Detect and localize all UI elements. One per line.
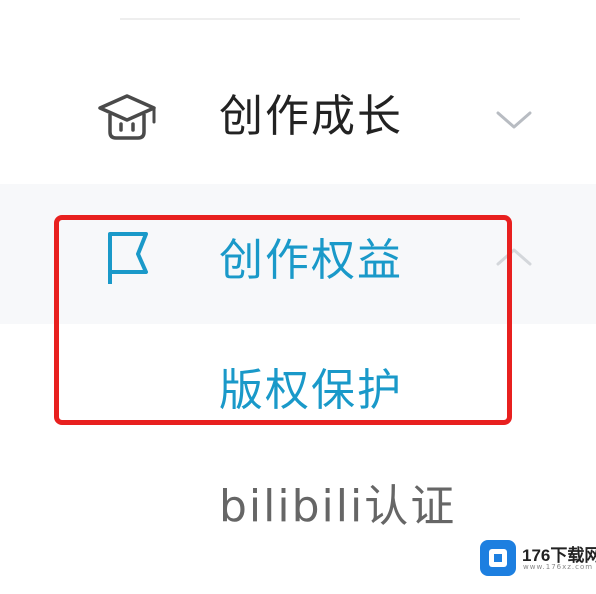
site-logo-icon [480, 540, 516, 576]
chevron-down-icon[interactable] [494, 107, 534, 133]
top-divider [120, 18, 520, 20]
sidebar-item-label: 创作成长 [219, 91, 403, 142]
sidebar-item-creative-growth[interactable]: 创作成长 [0, 62, 596, 184]
creator-center-sidebar: 创作成长 创作权益 版权保护 bilibili认证 176下载网 www.176… [0, 0, 596, 594]
submenu-item-label: bilibili认证 [219, 481, 457, 532]
watermark: 176下载网 www.176xz.com [475, 530, 596, 584]
watermark-url: www.176xz.com [523, 563, 594, 571]
graduation-cap-icon [92, 90, 162, 150]
highlight-annotation-box [54, 215, 512, 425]
